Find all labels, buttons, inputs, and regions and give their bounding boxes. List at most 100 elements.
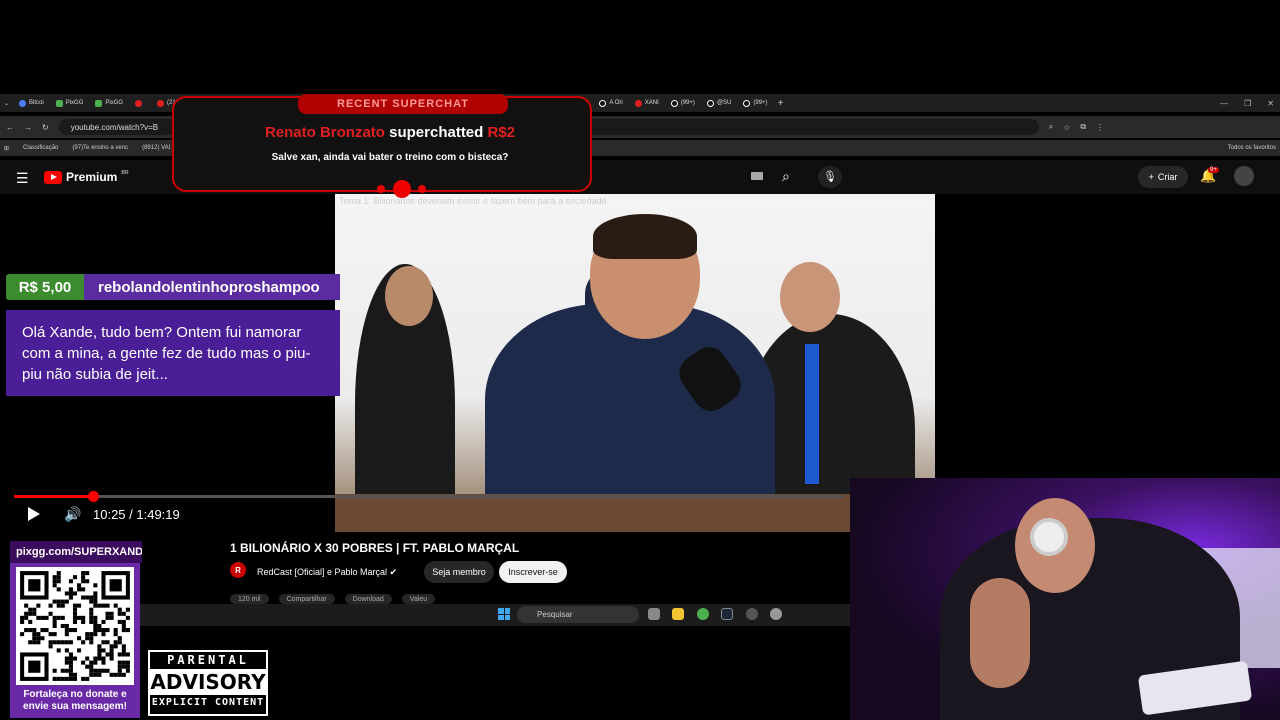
advisory-mid: ADVISORY <box>150 669 266 695</box>
bookmark-item[interactable]: Classificação <box>23 145 58 151</box>
logo-region: BR <box>121 170 129 176</box>
tab-label: (99+) <box>753 100 768 106</box>
windows-start-icon[interactable] <box>498 608 510 620</box>
tab-label: (99+) <box>680 100 695 106</box>
like-button[interactable]: 120 mil <box>230 594 269 604</box>
browser-tab[interactable]: @SU <box>701 94 737 112</box>
play-button[interactable] <box>28 507 40 521</box>
pixgg-icon <box>95 99 103 107</box>
create-label: Criar <box>1157 172 1178 182</box>
channel-name[interactable]: RedCast [Oficial] e Pablo Marçal ✔ <box>257 567 397 578</box>
reload-icon[interactable]: ↻ <box>42 123 49 132</box>
new-tab-icon[interactable]: + <box>778 98 784 109</box>
zoom-icon[interactable]: ⌕ <box>1049 122 1053 132</box>
bitcoin-icon <box>19 99 27 107</box>
video-title: 1 BILIONÁRIO X 30 POBRES | FT. PABLO MAR… <box>230 541 520 555</box>
advisory-bottom: EXPLICIT CONTENT <box>151 697 265 708</box>
avatar[interactable] <box>1234 166 1254 186</box>
create-button[interactable]: + Criar <box>1138 166 1188 188</box>
progress-bar[interactable] <box>14 495 844 498</box>
tiktok-icon <box>599 99 607 107</box>
mic-icon[interactable]: 🎙 <box>818 166 842 188</box>
browser-tab[interactable]: A Ori <box>593 94 628 112</box>
obs-icon[interactable] <box>746 608 758 620</box>
channel-avatar[interactable]: R <box>230 562 246 578</box>
tab-list-icon[interactable]: ⌄ <box>0 100 13 107</box>
headset-icon <box>1030 518 1068 556</box>
extensions-icon[interactable]: ⧉ <box>1080 122 1086 132</box>
main-speaker-hair <box>593 214 697 259</box>
browser-tab[interactable]: Bitcoi <box>13 94 50 112</box>
windows-taskbar <box>140 604 850 626</box>
time-display: 10:25 / 1:49:19 <box>93 507 180 522</box>
volume-icon[interactable]: 🔊 <box>64 506 81 523</box>
indicator-dot <box>377 185 385 193</box>
superchat-amount: R$2 <box>487 124 516 141</box>
progress-fill <box>14 495 93 498</box>
bookmark-item[interactable]: (97)Te ensino a venc <box>72 145 128 151</box>
qr-url: pixgg.com/SUPERXANDAO <box>10 541 142 563</box>
browser-tab[interactable]: (99+) <box>737 94 773 112</box>
youtube-play-icon <box>44 170 62 184</box>
channel-name-text: RedCast [Oficial] e Pablo Marçal <box>257 567 388 577</box>
taskbar-search-text: Pesquisar <box>537 610 573 619</box>
verified-icon: ✔ <box>389 567 398 577</box>
browser-tab[interactable]: (99+) <box>665 94 701 112</box>
window-controls: — ❐ ✕ <box>1220 94 1274 112</box>
indicator-dot <box>418 185 426 193</box>
share-button[interactable]: Compartilhar <box>278 594 335 604</box>
indicator-dot-main <box>393 180 411 198</box>
advisory-top: PARENTAL <box>167 653 249 667</box>
chrome-icon[interactable] <box>697 608 709 620</box>
plus-icon: + <box>1148 172 1154 182</box>
tiktok-icon <box>670 99 678 107</box>
video-actions: 120 mil Compartilhar Download Valeu <box>230 594 436 604</box>
browser-tab[interactable] <box>129 94 151 112</box>
browser-tab[interactable]: PixGG <box>89 94 129 112</box>
webcam-feed <box>850 478 1280 720</box>
file-explorer-icon[interactable] <box>672 608 684 620</box>
star-icon[interactable]: ☆ <box>1063 123 1070 132</box>
youtube-icon <box>634 99 642 107</box>
notification-badge: 9+ <box>1208 167 1219 173</box>
menu-icon[interactable]: ⋮ <box>1096 123 1104 132</box>
taskbar-search[interactable]: Pesquisar <box>517 606 639 623</box>
steam-icon[interactable] <box>721 608 733 620</box>
download-button[interactable]: Download <box>344 594 392 604</box>
tab-label: Bitcoi <box>29 100 44 106</box>
tab-label: @SU <box>716 100 732 106</box>
youtube-logo[interactable]: Premium BR <box>44 170 129 184</box>
back-icon[interactable]: ← <box>6 123 14 132</box>
settings-icon[interactable] <box>770 608 782 620</box>
tab-label: A Ori <box>609 100 623 106</box>
donation-message: Olá Xande, tudo bem? Ontem fui namorar c… <box>6 310 340 396</box>
tab-label: PixGG <box>105 100 124 106</box>
progress-scrubber[interactable] <box>87 491 99 502</box>
streamer-arm <box>970 578 1030 688</box>
table <box>335 494 935 532</box>
browser-tab[interactable]: PixGG <box>50 94 90 112</box>
thanks-button[interactable]: Valeu <box>401 594 436 604</box>
task-view-icon[interactable] <box>648 608 660 620</box>
tie <box>805 344 819 484</box>
tiktok-icon <box>743 99 751 107</box>
browser-tab[interactable]: XANI <box>629 94 665 112</box>
bookmark-item[interactable]: Todos os favoritos <box>1228 145 1276 151</box>
close-icon[interactable]: ✕ <box>1267 99 1274 108</box>
video-player[interactable] <box>335 194 935 532</box>
maximize-icon[interactable]: ❐ <box>1244 99 1251 108</box>
minimize-icon[interactable]: — <box>1220 99 1228 108</box>
donation-amount: R$ 5,00 <box>6 274 84 300</box>
search-icon[interactable]: ⌕ <box>782 168 790 185</box>
forward-icon[interactable]: → <box>24 123 32 132</box>
join-button[interactable]: Seja membro <box>424 561 494 583</box>
superchat-line: Renato Bronzato superchatted R$2 <box>190 124 590 141</box>
person-right-head <box>780 262 840 332</box>
youtube-icon <box>157 99 165 107</box>
keyboard-icon[interactable] <box>751 172 763 180</box>
tab-label: PixGG <box>65 100 84 106</box>
subscribe-button[interactable]: Inscrever-se <box>499 561 567 583</box>
hamburger-icon[interactable]: ☰ <box>16 170 29 187</box>
apps-icon[interactable]: ⊞ <box>4 145 9 152</box>
superchat-name: Renato Bronzato <box>264 124 385 141</box>
